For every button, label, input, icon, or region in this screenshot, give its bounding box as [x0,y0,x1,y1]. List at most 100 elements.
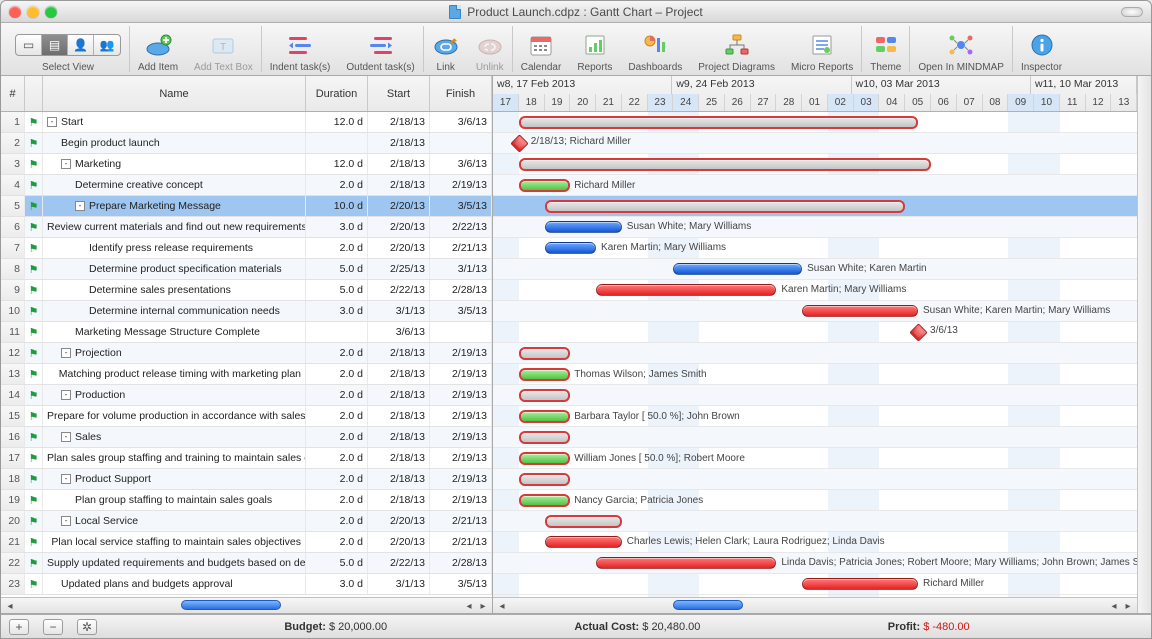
view-seg-2[interactable]: ▤ [42,35,68,55]
table-row[interactable]: 18⚑-Product Support2.0 d2/18/132/19/13 [1,469,492,490]
week-header[interactable]: w10, 03 Mar 2013 [852,76,1031,94]
duration-cell[interactable]: 3.0 d [306,217,368,237]
day-header[interactable]: 17 [493,94,519,111]
task-name-cell[interactable]: Updated plans and budgets approval [43,574,306,594]
finish-cell[interactable]: 2/28/13 [430,280,492,300]
gantt-row[interactable]: Nancy Garcia; Patricia Jones [493,490,1137,511]
duration-cell[interactable]: 2.0 d [306,490,368,510]
gantt-bar[interactable] [519,158,931,171]
start-cell[interactable]: 2/20/13 [368,217,430,237]
gantt-bar[interactable] [519,116,918,129]
task-name-cell[interactable]: -Sales [43,427,306,447]
open-mindmap-icon[interactable] [947,31,975,59]
indent-icon[interactable] [286,31,314,59]
start-cell[interactable]: 2/18/13 [368,133,430,153]
scroll-thumb[interactable] [181,600,281,610]
titlebar-pill-button[interactable] [1121,7,1143,17]
finish-cell[interactable]: 2/19/13 [430,343,492,363]
table-row[interactable]: 20⚑-Local Service2.0 d2/20/132/21/13 [1,511,492,532]
gantt-row[interactable]: Richard Miller [493,175,1137,196]
col-start[interactable]: Start [368,76,430,111]
reports-icon[interactable] [581,31,609,59]
table-row[interactable]: 21⚑Plan local service staffing to mainta… [1,532,492,553]
gantt-row[interactable]: Susan White; Mary Williams [493,217,1137,238]
duration-cell[interactable]: 5.0 d [306,553,368,573]
project-diagrams-icon[interactable] [723,31,751,59]
gantt-row[interactable] [493,154,1137,175]
gantt-scroll-right-2[interactable]: ▸ [1121,599,1135,613]
day-header[interactable]: 18 [519,94,545,111]
finish-cell[interactable]: 2/19/13 [430,469,492,489]
timeline-header[interactable]: w8, 17 Feb 2013w9, 24 Feb 2013w10, 03 Ma… [493,76,1137,112]
gantt-row[interactable] [493,112,1137,133]
day-header[interactable]: 05 [905,94,931,111]
gantt-bar[interactable]: Barbara Taylor [ 50.0 %]; John Brown [519,410,571,423]
scroll-right-arrow-1[interactable]: ◂ [462,599,476,613]
start-cell[interactable]: 2/18/13 [368,448,430,468]
gantt-bar[interactable] [545,515,622,528]
finish-cell[interactable]: 3/1/13 [430,259,492,279]
task-name-cell[interactable]: Determine internal communication needs [43,301,306,321]
col-duration[interactable]: Duration [306,76,368,111]
task-name-cell[interactable]: -Product Support [43,469,306,489]
task-name-cell[interactable]: Determine creative concept [43,175,306,195]
view-seg-3[interactable]: 👤 [68,35,94,55]
gantt-bar[interactable] [519,473,571,486]
duration-cell[interactable] [306,133,368,153]
task-name-cell[interactable]: Plan local service staffing to maintain … [43,532,306,552]
day-header[interactable]: 28 [776,94,802,111]
disclosure-toggle[interactable]: - [61,159,71,169]
dashboards-icon[interactable] [641,31,669,59]
gantt-scroll-right-1[interactable]: ◂ [1107,599,1121,613]
duration-cell[interactable]: 2.0 d [306,511,368,531]
add-row-button[interactable]: + [9,619,29,635]
finish-cell[interactable]: 2/22/13 [430,217,492,237]
task-name-cell[interactable]: Plan group staffing to maintain sales go… [43,490,306,510]
gantt-row[interactable]: Karen Martin; Mary Williams [493,238,1137,259]
day-header[interactable]: 06 [931,94,957,111]
gantt-bar[interactable]: Linda Davis; Patricia Jones; Robert Moor… [596,557,776,569]
finish-cell[interactable]: 2/21/13 [430,238,492,258]
day-header[interactable]: 01 [802,94,828,111]
add-text-box-icon[interactable]: T [209,31,237,59]
duration-cell[interactable]: 10.0 d [306,196,368,216]
finish-cell[interactable]: 2/19/13 [430,385,492,405]
duration-cell[interactable]: 2.0 d [306,448,368,468]
scroll-left-arrow[interactable]: ◂ [3,599,17,613]
table-row[interactable]: 22⚑Supply updated requirements and budge… [1,553,492,574]
gantt-row[interactable]: Linda Davis; Patricia Jones; Robert Moor… [493,553,1137,574]
gantt-scroll-thumb[interactable] [673,600,743,610]
finish-cell[interactable]: 2/21/13 [430,511,492,531]
table-row[interactable]: 2⚑Begin product launch2/18/13 [1,133,492,154]
remove-row-button[interactable]: − [43,619,63,635]
finish-cell[interactable] [430,133,492,153]
link-icon[interactable] [432,31,460,59]
task-name-cell[interactable]: Prepare for volume production in accorda… [43,406,306,426]
task-name-cell[interactable]: -Projection [43,343,306,363]
gantt-row[interactable]: Susan White; Karen Martin; Mary Williams [493,301,1137,322]
gantt-bar[interactable]: Susan White; Karen Martin; Mary Williams [802,305,918,317]
start-cell[interactable]: 2/22/13 [368,553,430,573]
table-row[interactable]: 16⚑-Sales2.0 d2/18/132/19/13 [1,427,492,448]
duration-cell[interactable]: 2.0 d [306,238,368,258]
task-name-cell[interactable]: Begin product launch [43,133,306,153]
duration-cell[interactable]: 3.0 d [306,301,368,321]
gantt-bar[interactable]: Nancy Garcia; Patricia Jones [519,494,571,507]
gantt-row[interactable] [493,343,1137,364]
start-cell[interactable]: 2/20/13 [368,532,430,552]
start-cell[interactable]: 2/18/13 [368,385,430,405]
disclosure-toggle[interactable]: - [61,390,71,400]
table-row[interactable]: 11⚑Marketing Message Structure Complete3… [1,322,492,343]
start-cell[interactable]: 2/22/13 [368,280,430,300]
duration-cell[interactable]: 2.0 d [306,385,368,405]
minimize-window-button[interactable] [27,6,39,18]
finish-cell[interactable]: 2/19/13 [430,175,492,195]
milestone-icon[interactable] [510,134,528,152]
task-name-cell[interactable]: Determine sales presentations [43,280,306,300]
start-cell[interactable]: 2/25/13 [368,259,430,279]
week-header[interactable]: w8, 17 Feb 2013 [493,76,672,94]
start-cell[interactable]: 3/6/13 [368,322,430,342]
start-cell[interactable]: 3/1/13 [368,574,430,594]
day-header[interactable]: 03 [854,94,880,111]
outdent-icon[interactable] [367,31,395,59]
